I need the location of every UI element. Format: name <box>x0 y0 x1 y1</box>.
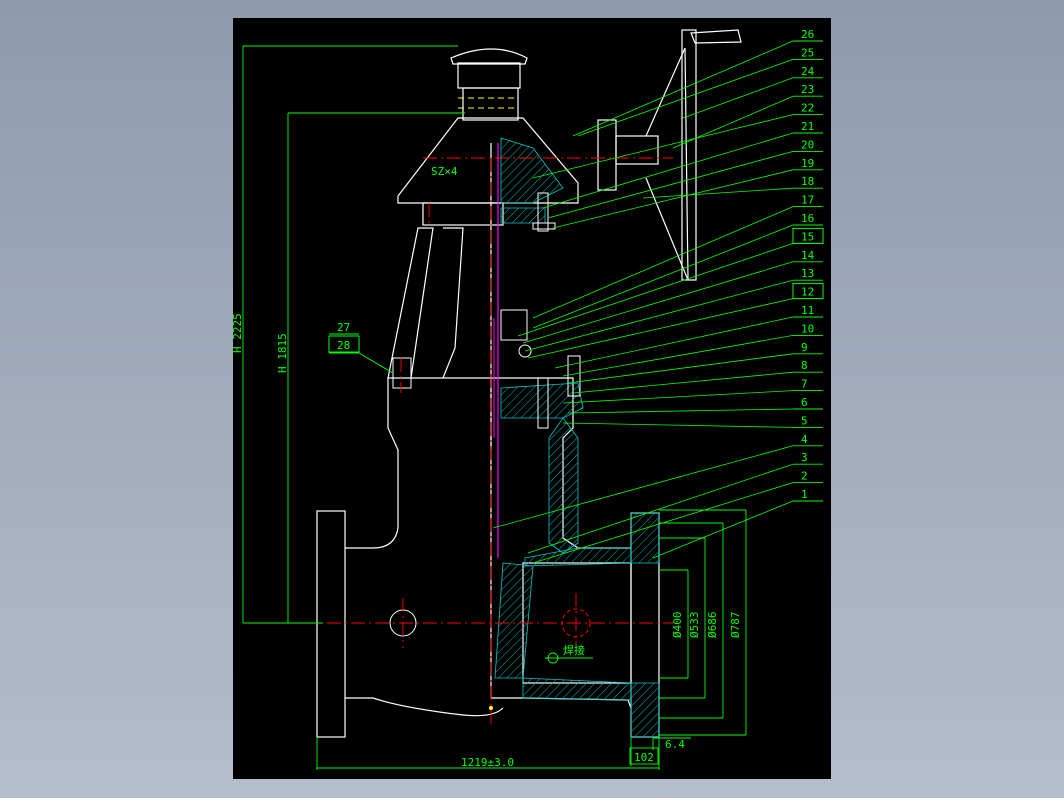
dim-height-min: H 1815 <box>276 333 289 373</box>
centerlines <box>303 157 673 728</box>
callout-leader <box>642 187 794 199</box>
dim-thickness: 6.4 <box>665 738 685 751</box>
part-number-14: 14 <box>801 249 815 262</box>
part-number-19: 19 <box>801 157 814 170</box>
part-number-11: 11 <box>801 304 814 317</box>
callout-leader <box>554 316 794 369</box>
callout-leader <box>672 95 794 149</box>
callout-leader <box>572 40 794 137</box>
part-number-17: 17 <box>801 194 814 207</box>
callout-leader <box>527 298 794 359</box>
cad-drawing-canvas[interactable]: H 2225 H 1815 Ø400 Ø533 Ø686 Ø787 1219±3… <box>231 18 831 779</box>
part-number-1: 1 <box>801 488 808 501</box>
part-number-12: 12 <box>801 286 814 299</box>
part-number-26: 26 <box>801 28 814 41</box>
weld-note: 焊接 <box>563 643 585 657</box>
part-number-10: 10 <box>801 322 814 335</box>
part-number-24: 24 <box>801 65 815 78</box>
part-number-18: 18 <box>801 175 814 188</box>
dim-flange: 102 <box>634 751 654 764</box>
dim-d3: Ø686 <box>706 612 719 639</box>
callout-leader <box>522 261 794 344</box>
part-number-21: 21 <box>801 120 814 133</box>
dim-d4: Ø787 <box>729 612 742 639</box>
part-number-25: 25 <box>801 46 814 59</box>
callout-leader <box>562 422 794 428</box>
part-number-23: 23 <box>801 83 814 96</box>
dim-d1: Ø400 <box>671 612 684 639</box>
part-number-2: 2 <box>801 470 808 483</box>
valve-body <box>316 48 660 738</box>
label-28: 28 <box>337 339 350 352</box>
dim-height-max: H 2225 <box>233 313 244 353</box>
callout-leader <box>552 169 794 229</box>
part-number-3: 3 <box>801 451 808 464</box>
part-number-13: 13 <box>801 267 814 280</box>
part-number-15: 15 <box>801 230 814 243</box>
part-number-5: 5 <box>801 414 808 427</box>
callout-leader <box>562 390 794 404</box>
callout-leader <box>517 243 794 337</box>
part-number-20: 20 <box>801 138 814 151</box>
callout-leader <box>547 151 794 219</box>
part-number-22: 22 <box>801 102 814 115</box>
part-number-7: 7 <box>801 378 808 391</box>
side-labels: 27 28 <box>328 321 394 374</box>
dim-d2: Ø533 <box>688 612 701 639</box>
callout-leader <box>532 114 794 179</box>
part-number-16: 16 <box>801 212 814 225</box>
part-number-4: 4 <box>801 433 808 446</box>
part-number-9: 9 <box>801 341 808 354</box>
part-number-8: 8 <box>801 359 808 372</box>
callout-leader <box>682 77 794 119</box>
label-27: 27 <box>337 321 350 334</box>
dim-length: 1219±3.0 <box>461 756 514 769</box>
part-number-6: 6 <box>801 396 808 409</box>
callout-leader <box>567 408 794 414</box>
callout-leader <box>532 224 794 329</box>
callout-leader <box>572 371 794 394</box>
bolt-note: SZ×4 <box>431 165 458 178</box>
